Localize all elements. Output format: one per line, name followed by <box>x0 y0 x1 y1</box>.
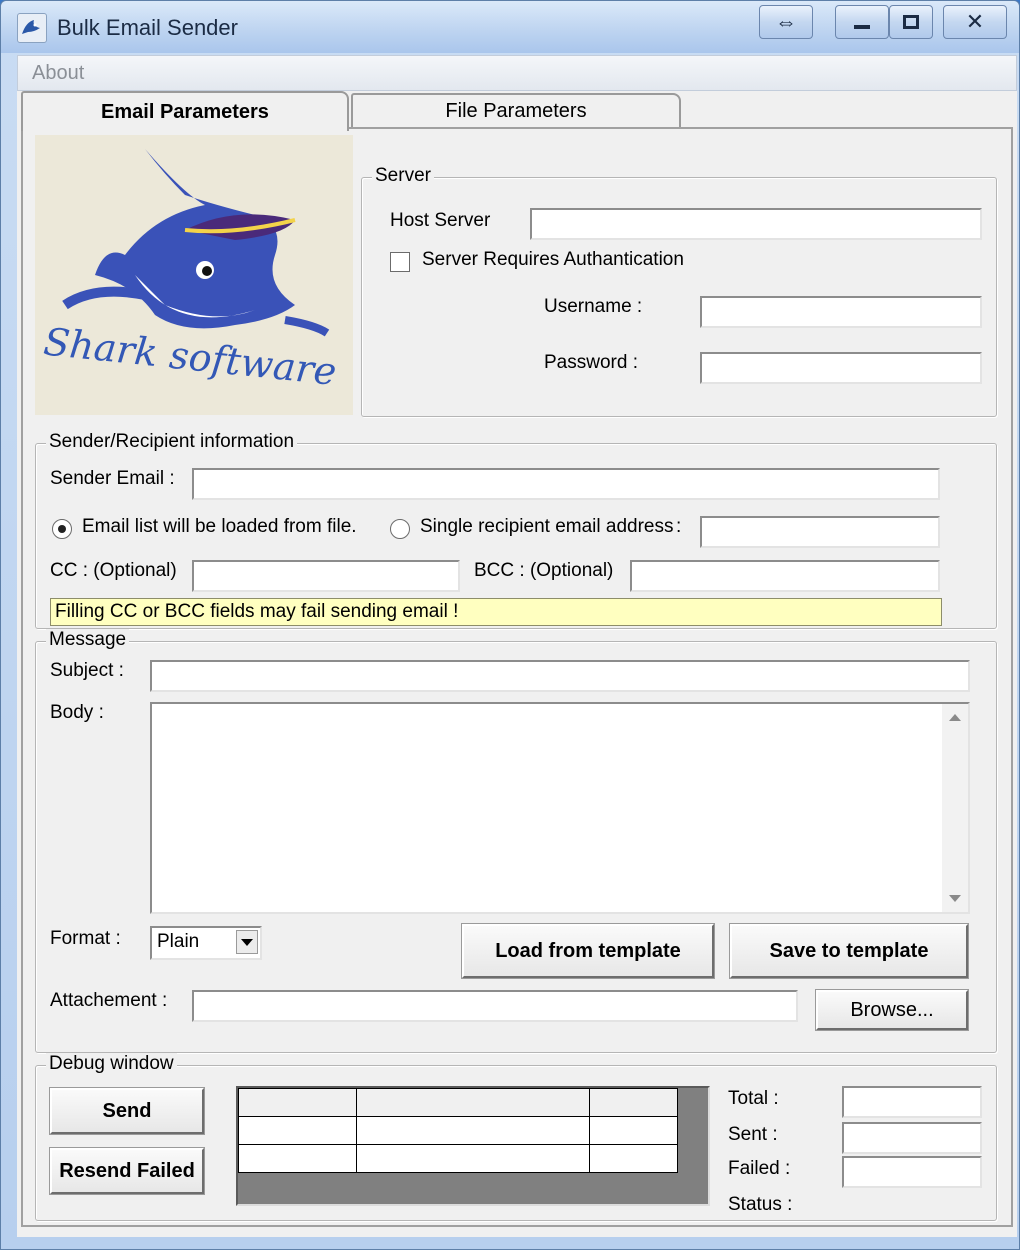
sender-recipient-legend: Sender/Recipient information <box>46 431 298 453</box>
username-input[interactable] <box>700 296 982 328</box>
body-scrollbar[interactable] <box>942 704 968 912</box>
bcc-input[interactable] <box>630 560 940 592</box>
sent-label: Sent : <box>728 1124 778 1145</box>
format-label: Format : <box>50 928 121 949</box>
table-row <box>238 1088 678 1117</box>
table-cell <box>589 1088 678 1117</box>
sender-email-label: Sender Email : <box>50 468 175 489</box>
username-label: Username : <box>544 296 643 317</box>
attachment-label: Attachement : <box>50 990 168 1011</box>
client-area: Email Parameters File Parameters Shark s… <box>17 91 1017 1237</box>
table-cell <box>355 1088 591 1117</box>
sender-recipient-group: Sender/Recipient information Sender Emai… <box>35 431 997 629</box>
debug-grid[interactable] <box>236 1086 710 1206</box>
browse-button[interactable]: Browse... <box>815 989 969 1031</box>
close-button[interactable]: ✕ <box>943 5 1007 39</box>
single-recipient-colon: : <box>676 516 682 537</box>
status-label: Status : <box>728 1194 793 1215</box>
menu-item-about[interactable]: About <box>32 62 84 85</box>
minimize-button[interactable] <box>835 5 889 39</box>
subject-input[interactable] <box>150 660 970 692</box>
single-recipient-input[interactable] <box>700 516 940 548</box>
chevron-down-icon[interactable] <box>236 930 258 954</box>
radio-single-recipient-label: Single recipient email address <box>420 516 674 537</box>
title-bar[interactable]: Bulk Email Sender ⇔ ✕ <box>1 1 1019 53</box>
cc-input[interactable] <box>192 560 460 592</box>
maximize-icon <box>903 15 919 29</box>
attachment-input[interactable] <box>192 990 798 1022</box>
message-group: Message Subject : Body : Format : Plain … <box>35 629 997 1053</box>
tab-email-parameters[interactable]: Email Parameters <box>21 91 349 131</box>
save-to-template-button[interactable]: Save to template <box>729 923 969 979</box>
sender-email-input[interactable] <box>192 468 940 500</box>
menu-bar: About <box>17 55 1017 91</box>
server-auth-label: Server Requires Authantication <box>422 249 684 270</box>
tab-panel-email-parameters: Shark software Server Host Server Server… <box>21 127 1013 1227</box>
debug-legend: Debug window <box>46 1053 177 1075</box>
table-row[interactable] <box>238 1144 678 1173</box>
close-icon: ✕ <box>965 9 985 34</box>
resend-failed-button[interactable]: Resend Failed <box>49 1147 205 1195</box>
table-cell <box>238 1116 357 1145</box>
total-label: Total : <box>728 1088 779 1109</box>
debug-group: Debug window Send Resend Failed Total: … <box>35 1053 997 1221</box>
host-server-label: Host Server <box>390 210 491 231</box>
app-icon <box>17 13 47 43</box>
load-from-template-button[interactable]: Load from template <box>461 923 715 979</box>
window-title: Bulk Email Sender <box>57 15 238 40</box>
bcc-label: BCC : (Optional) <box>474 560 614 581</box>
cc-label: CC : (Optional) <box>50 560 177 581</box>
body-label: Body : <box>50 702 104 723</box>
total-value <box>842 1086 982 1118</box>
scroll-up-icon[interactable] <box>949 714 961 721</box>
send-button[interactable]: Send <box>49 1087 205 1135</box>
server-auth-checkbox[interactable] <box>390 252 410 272</box>
sent-value <box>842 1122 982 1154</box>
failed-value <box>842 1156 982 1188</box>
maximize-button[interactable] <box>889 5 933 39</box>
subject-label: Subject : <box>50 660 124 681</box>
format-select[interactable]: Plain <box>150 926 262 960</box>
table-cell <box>238 1144 357 1173</box>
cc-bcc-warning: Filling CC or BCC fields may fail sendin… <box>50 598 942 626</box>
failed-label: Failed : <box>728 1158 791 1179</box>
resize-arrows-icon[interactable]: ⇔ <box>759 5 813 39</box>
radio-email-list-label: Email list will be loaded from file. <box>82 516 357 537</box>
radio-single-recipient[interactable] <box>390 519 410 539</box>
radio-email-list-from-file[interactable] <box>52 519 72 539</box>
format-select-value: Plain <box>157 931 200 952</box>
server-group: Server Host Server Server Requires Autha… <box>361 165 997 417</box>
body-textarea[interactable] <box>150 702 970 914</box>
table-cell <box>238 1088 357 1117</box>
debug-table <box>238 1088 678 1173</box>
server-legend: Server <box>372 165 434 187</box>
tab-file-parameters[interactable]: File Parameters <box>351 93 681 127</box>
minimize-icon <box>854 25 870 29</box>
table-cell <box>355 1116 591 1145</box>
table-cell <box>355 1144 591 1173</box>
host-server-input[interactable] <box>530 208 982 240</box>
password-label: Password : <box>544 352 638 373</box>
shark-software-logo: Shark software <box>35 135 353 415</box>
app-window: Bulk Email Sender ⇔ ✕ About Email Parame… <box>0 0 1020 1250</box>
table-row[interactable] <box>238 1116 678 1145</box>
table-cell <box>589 1116 678 1145</box>
table-cell <box>589 1144 678 1173</box>
scroll-down-icon[interactable] <box>949 895 961 902</box>
message-legend: Message <box>46 629 130 651</box>
password-input[interactable] <box>700 352 982 384</box>
